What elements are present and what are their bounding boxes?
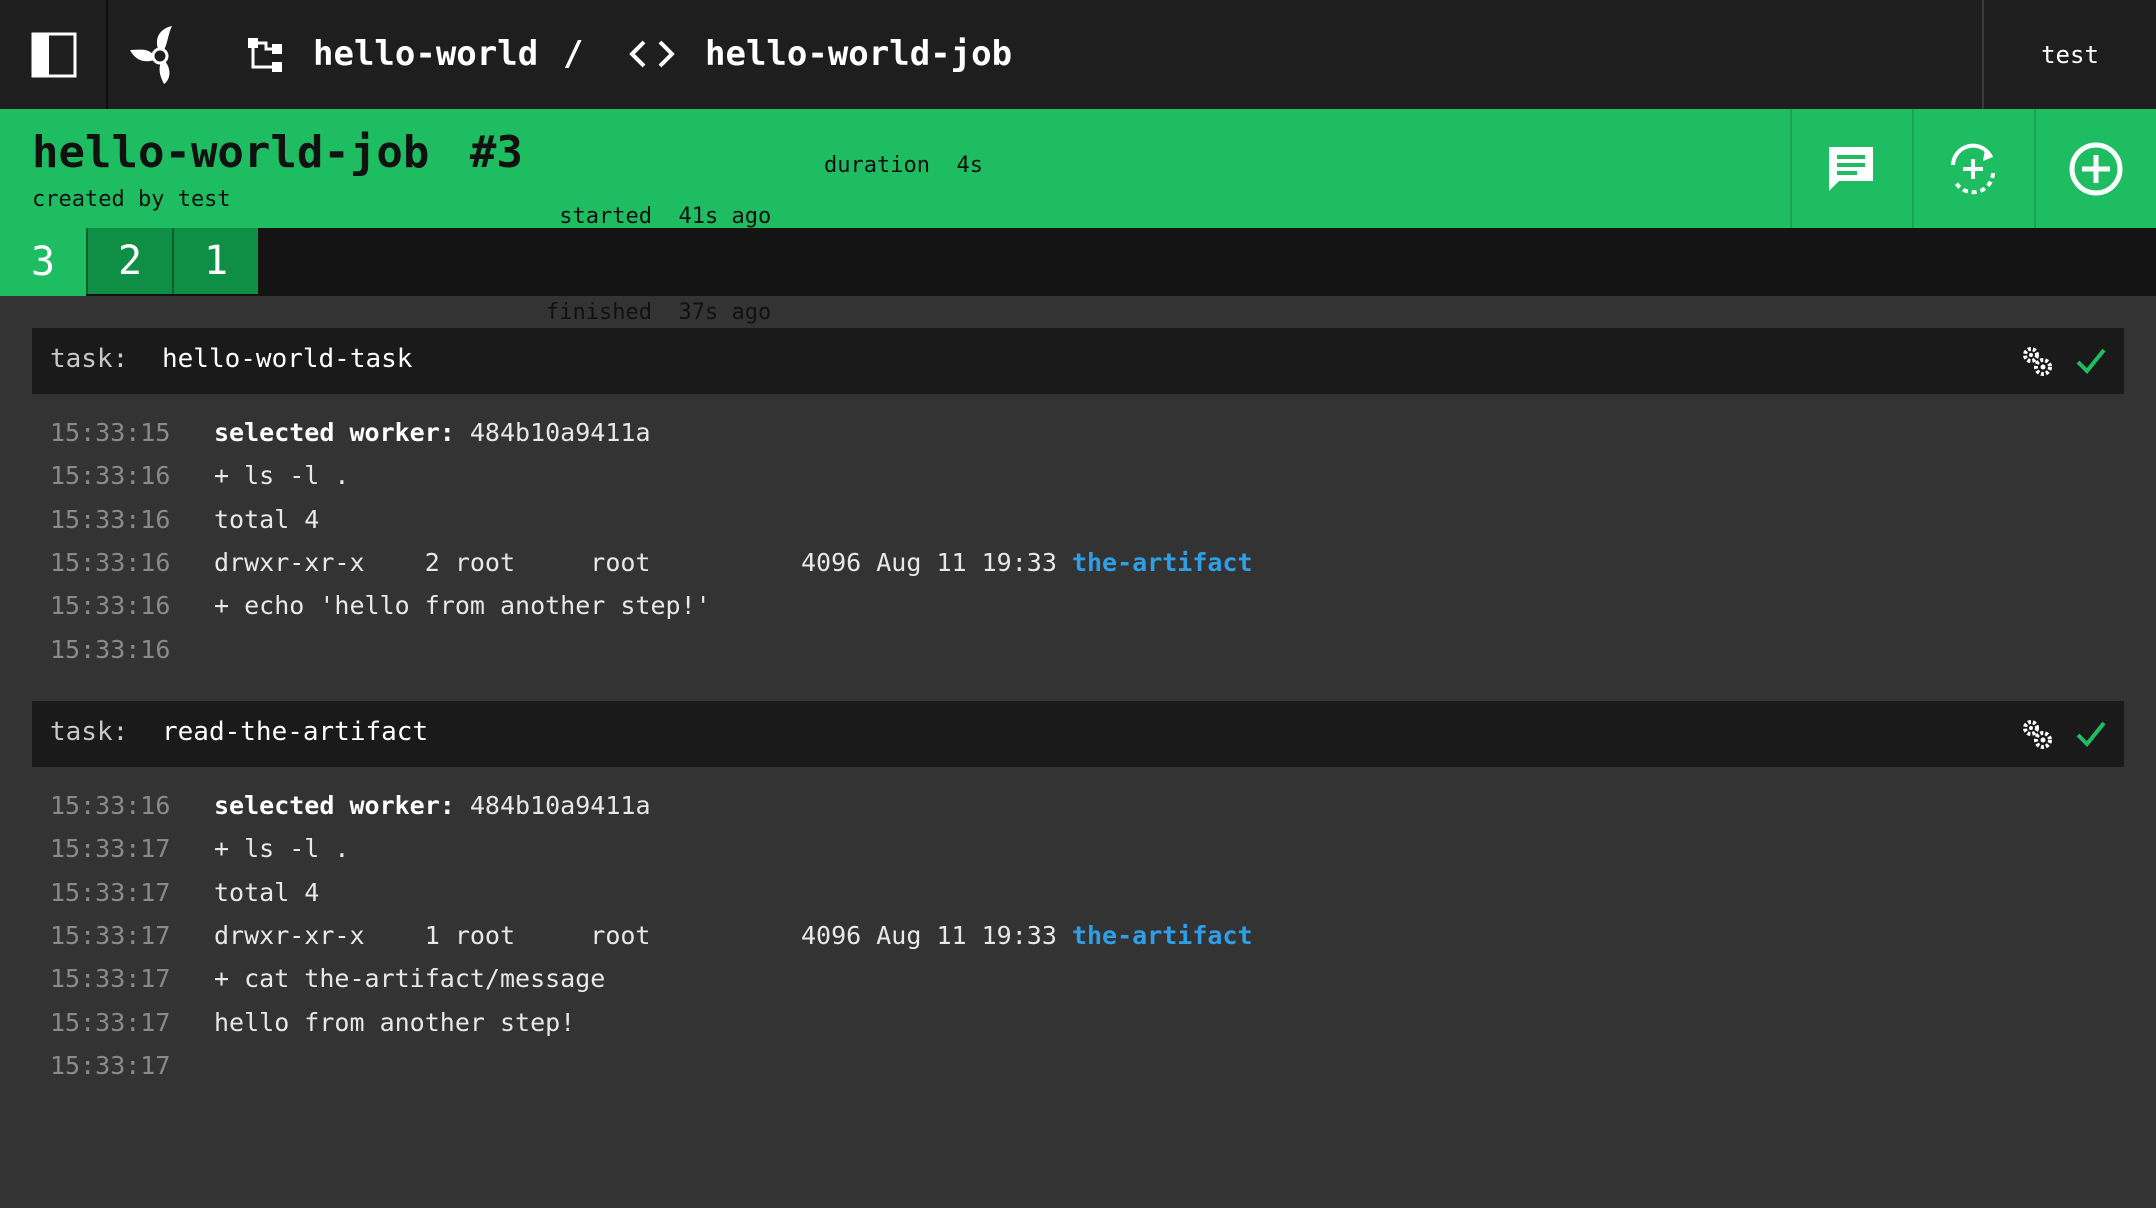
log-bold-text: selected worker: (214, 791, 455, 821)
log-line: 15:33:16 drwxr-xr-x 2 root root 4096 Aug … (32, 541, 2124, 584)
log-line: 15:33:16 + ls -l . (32, 454, 2124, 497)
build-duration: duration 4s (824, 153, 983, 178)
log-message: total 4 (214, 505, 319, 534)
log-timestamp: 15:33:17 (50, 1007, 171, 1037)
pipeline-icon (248, 38, 282, 72)
log-message: selected worker: 484b10a9411a (214, 791, 651, 820)
log-message: + ls -l . (214, 834, 349, 863)
task-label: task: (50, 344, 129, 374)
log-text: 484b10a9411a (454, 418, 651, 448)
log-timestamp: 15:33:17 (50, 964, 171, 994)
log-line: 15:33:17 + cat the-artifact/message (32, 957, 2124, 1000)
build-job-name: hello-world-job (32, 127, 430, 178)
build-title: hello-world-job #3 (32, 123, 523, 183)
build-number: #3 (469, 127, 523, 178)
started-value: 41s ago (678, 204, 772, 229)
task-log-hello-world-task: 15:33:15 selected worker: 484b10a9411a 15:… (32, 411, 2124, 671)
checkmark-icon (2076, 721, 2106, 747)
log-text: + ls -l . (214, 834, 350, 864)
rerun-build-button[interactable] (1912, 109, 2032, 228)
log-message: drwxr-xr-x 1 root root 4096 Aug 11 19:33… (214, 921, 1253, 950)
rerun-build-icon (1951, 143, 1995, 194)
log-line: 15:33:16 (32, 627, 2124, 670)
log-text: + echo 'hello from another step!' (214, 591, 711, 621)
log-line: 15:33:17 drwxr-xr-x 1 root root 4096 Aug … (32, 914, 2124, 957)
breadcrumb-pipeline[interactable]: hello-world (313, 28, 538, 80)
log-message: + cat the-artifact/message (214, 964, 605, 993)
task-name: read-the-artifact (162, 717, 429, 747)
log-timestamp: 15:33:16 (50, 548, 171, 578)
log-text: drwxr-xr-x 1 root root 4096 Aug 11 19:33 (214, 921, 1072, 951)
log-message: + ls -l . (214, 461, 349, 490)
sidebar-toggle-icon (31, 32, 77, 78)
log-timestamp: 15:33:17 (50, 921, 171, 951)
duration-label: duration (824, 153, 930, 178)
log-line: 15:33:16 + echo 'hello from another step!… (32, 584, 2124, 627)
build-tab-1[interactable]: 1 (172, 228, 258, 294)
user-name: test (2041, 40, 2099, 69)
log-timestamp: 15:33:16 (50, 461, 171, 491)
log-line: 15:33:15 selected worker: 484b10a9411a (32, 411, 2124, 454)
log-message: selected worker: 484b10a9411a (214, 418, 651, 447)
log-message: + echo 'hello from another step!' (214, 591, 711, 620)
log-timestamp: 15:33:17 (50, 877, 171, 907)
log-timestamp: 15:33:16 (50, 634, 171, 664)
log-text: total 4 (214, 504, 320, 534)
log-timestamp: 15:33:16 (50, 791, 171, 821)
breadcrumb-separator: / (563, 34, 584, 74)
user-menu[interactable]: test (1982, 0, 2156, 109)
top-bar: hello-world / hello-world-job test (0, 0, 2156, 109)
finished-label: finished (546, 300, 652, 325)
log-timestamp: 15:33:16 (50, 591, 171, 621)
log-text: total 4 (214, 877, 320, 907)
build-header: hello-world-job #3 created by test start… (0, 109, 2156, 325)
concourse-logo-icon[interactable] (128, 22, 192, 86)
log-text: drwxr-xr-x 2 root root 4096 Aug 11 19:33 (214, 548, 1072, 578)
log-line: 15:33:17 (32, 1044, 2124, 1087)
log-line: 15:33:16 total 4 (32, 498, 2124, 541)
trigger-build-icon (2069, 142, 2123, 195)
gears-icon (2023, 720, 2052, 749)
artifact-link[interactable]: the-artifact (1072, 548, 1253, 577)
comment-icon (1829, 146, 1873, 191)
task-name: hello-world-task (162, 344, 413, 374)
build-tabs: 3 2 1 (0, 228, 2156, 296)
log-text: + ls -l . (214, 461, 350, 491)
task-label: task: (50, 717, 129, 747)
duration-value: 4s (956, 153, 983, 178)
log-timestamp: 15:33:17 (50, 834, 171, 864)
task-header-read-the-artifact[interactable]: task: read-the-artifact (32, 701, 2124, 767)
log-bold-text: selected worker: (214, 418, 455, 448)
task-log-read-the-artifact: 15:33:16 selected worker: 484b10a9411a 15:… (32, 784, 2124, 1087)
build-tab-2[interactable]: 2 (86, 228, 172, 294)
started-label: started (559, 204, 652, 229)
log-text: 484b10a9411a (454, 791, 651, 821)
comment-button[interactable] (1790, 109, 1910, 228)
log-message: hello from another step! (214, 1008, 575, 1037)
artifact-link[interactable]: the-artifact (1072, 921, 1253, 950)
created-by: created by test (32, 187, 231, 212)
checkmark-icon (2076, 348, 2106, 374)
log-line: 15:33:17 total 4 (32, 871, 2124, 914)
log-text: + cat the-artifact/message (214, 964, 606, 994)
log-message: total 4 (214, 878, 319, 907)
log-timestamp: 15:33:17 (50, 1050, 171, 1080)
log-message: drwxr-xr-x 2 root root 4096 Aug 11 19:33… (214, 548, 1253, 577)
code-brackets-icon (629, 40, 675, 68)
gears-icon (2023, 347, 2052, 376)
log-line: 15:33:17 hello from another step! (32, 1000, 2124, 1043)
log-line: 15:33:17 + ls -l . (32, 827, 2124, 870)
log-text: hello from another step! (214, 1007, 576, 1037)
finished-value: 37s ago (678, 300, 772, 325)
breadcrumb-job[interactable]: hello-world-job (705, 28, 1012, 80)
task-header-hello-world-task[interactable]: task: hello-world-task (32, 328, 2124, 394)
build-tab-3[interactable]: 3 (0, 228, 86, 296)
log-timestamp: 15:33:15 (50, 418, 171, 448)
trigger-build-button[interactable] (2034, 109, 2156, 228)
sidebar-toggle-button[interactable] (0, 0, 108, 109)
log-line: 15:33:16 selected worker: 484b10a9411a (32, 784, 2124, 827)
log-timestamp: 15:33:16 (50, 504, 171, 534)
